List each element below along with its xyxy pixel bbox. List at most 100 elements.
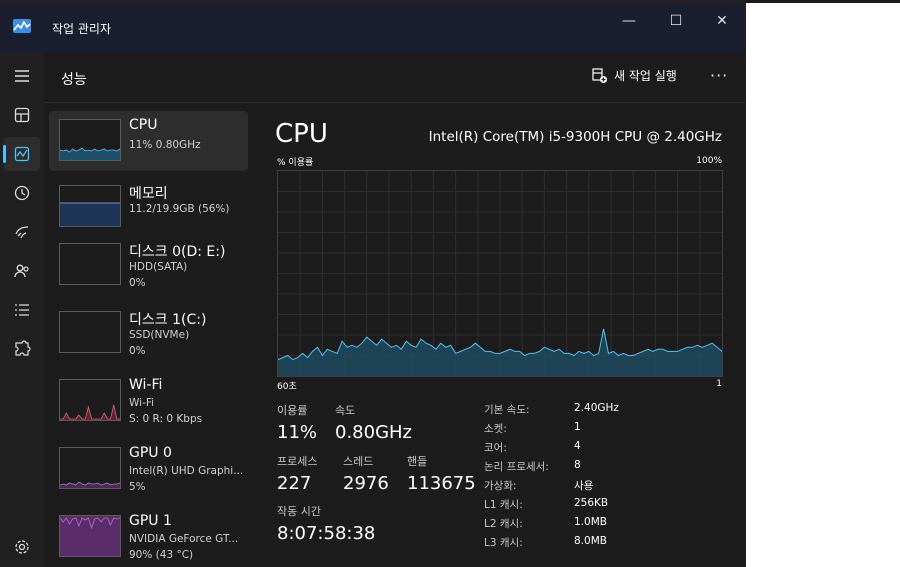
- more-options-button[interactable]: ···: [710, 66, 728, 85]
- threads-label: 스레드: [343, 455, 374, 468]
- details-icon: [15, 304, 29, 316]
- cpu-detail-panel: CPU Intel(R) Core(TM) i5-9300H CPU @ 2.4…: [254, 103, 746, 567]
- spec-value: 사용: [574, 480, 594, 492]
- resource-card-6[interactable]: GPU 1 NVIDIA GeForce GT... 90% (43 °C): [49, 507, 248, 567]
- resource-subtitle: 11.2/19.9GB (56%): [129, 203, 230, 215]
- resource-subtitle: Wi-Fi: [129, 397, 155, 409]
- resource-name: CPU: [129, 117, 158, 133]
- graph-svg: [278, 171, 722, 376]
- new-task-label: 새 작업 실행: [614, 69, 677, 83]
- resource-subtitle: 11% 0.80GHz: [129, 139, 201, 151]
- minimize-button[interactable]: —: [606, 8, 652, 34]
- task-manager-window: 작업 관리자 — ☐ ✕ 성능 새 작업 실행 ··· CPU 11% 0.80…: [0, 0, 746, 567]
- thumbnail-sparkline: [60, 147, 120, 160]
- resource-card-0[interactable]: CPU 11% 0.80GHz: [49, 111, 248, 171]
- new-task-button[interactable]: 새 작업 실행: [592, 67, 677, 84]
- resource-subtitle: NVIDIA GeForce GT...: [129, 533, 239, 545]
- spec-value: 2.40GHz: [574, 402, 619, 414]
- resource-card-2[interactable]: 디스크 0(D: E:) HDD(SATA) 0%: [49, 235, 248, 295]
- spec-value: 8.0MB: [574, 535, 607, 547]
- resource-thumbnail: [59, 379, 121, 421]
- spec-label: L2 캐시:: [484, 518, 523, 530]
- utilization-label: 이용률: [277, 404, 308, 417]
- close-button[interactable]: ✕: [699, 8, 745, 34]
- thumbnail-sparkline: [60, 481, 120, 488]
- spec-label: L1 캐시:: [484, 499, 523, 511]
- thumbnail-sparkline: [60, 312, 120, 352]
- nav-startup-apps[interactable]: [0, 215, 44, 249]
- uptime-value: 8:07:58:38: [277, 523, 376, 544]
- uptime-label: 작동 시간: [277, 505, 321, 518]
- nav-app-history[interactable]: [0, 176, 44, 210]
- thumbnail-sparkline: [60, 244, 120, 284]
- startup-apps-icon: [15, 226, 29, 239]
- resource-thumbnail: [59, 311, 121, 353]
- nav-users[interactable]: [0, 254, 44, 288]
- cpu-utilization-graph: [277, 170, 723, 377]
- speed-value: 0.80GHz: [335, 422, 413, 443]
- graph-xlabel-right: 1: [716, 379, 722, 389]
- processes-value: 227: [277, 473, 312, 494]
- nav-performance[interactable]: [3, 137, 40, 171]
- new-task-icon: [592, 67, 607, 83]
- threads-value: 2976: [343, 473, 389, 494]
- resource-value: 5%: [129, 481, 146, 493]
- spec-label: 코어:: [484, 442, 507, 454]
- nav-details[interactable]: [0, 293, 44, 327]
- spec-label: 소켓:: [484, 423, 507, 435]
- resource-value: 90% (43 °C): [129, 549, 194, 561]
- processes-label: 프로세스: [277, 455, 318, 468]
- spec-label: 기본 속도:: [484, 404, 530, 416]
- resource-name: Wi-Fi: [129, 377, 163, 393]
- resource-name: GPU 1: [129, 513, 172, 529]
- resource-card-1[interactable]: 메모리 11.2/19.9GB (56%): [49, 177, 248, 237]
- resource-card-4[interactable]: Wi-Fi Wi-Fi S: 0 R: 0 Kbps: [49, 371, 248, 431]
- spec-value: 1.0MB: [574, 516, 607, 528]
- nav-services[interactable]: [0, 332, 44, 366]
- resource-list: CPU 11% 0.80GHz 메모리 11.2/19.9GB (56%) 디스크 0(…: [44, 103, 254, 567]
- resource-card-3[interactable]: 디스크 1(C:) SSD(NVMe) 0%: [49, 303, 248, 363]
- resource-thumbnail: [59, 515, 121, 557]
- cpu-model: Intel(R) Core(TM) i5-9300H CPU @ 2.40GHz: [428, 129, 722, 145]
- resource-name: GPU 0: [129, 445, 172, 461]
- resource-thumbnail: [59, 447, 121, 489]
- speed-label: 속도: [335, 404, 356, 417]
- processes-icon: [14, 107, 30, 123]
- spec-value: 4: [574, 440, 581, 452]
- performance-icon: [14, 146, 30, 162]
- resource-name: 디스크 1(C:): [129, 312, 207, 328]
- thumbnail-sparkline: [60, 516, 120, 556]
- detail-title: CPU: [275, 119, 328, 149]
- graph-xlabel-left: 60초: [277, 382, 297, 392]
- window-title: 작업 관리자: [52, 22, 112, 36]
- resource-card-5[interactable]: GPU 0 Intel(R) UHD Graphi... 5%: [49, 439, 248, 499]
- memory-fill: [60, 203, 120, 226]
- resource-value: 0%: [129, 277, 146, 289]
- page-header: 성능 새 작업 실행 ···: [44, 52, 746, 103]
- menu-icon: [15, 70, 29, 82]
- users-icon: [14, 264, 29, 278]
- active-indicator: [3, 145, 6, 163]
- handles-label: 핸들: [407, 455, 428, 468]
- resource-thumbnail: [59, 243, 121, 285]
- resource-thumbnail: [59, 185, 121, 227]
- app-history-icon: [14, 185, 30, 201]
- nav-rail: [0, 52, 44, 567]
- graph-ylabel: % 이용률: [277, 158, 314, 168]
- spec-label: 가상화:: [484, 480, 517, 492]
- nav-processes[interactable]: [0, 98, 44, 132]
- thumbnail-sparkline: [60, 404, 120, 420]
- spec-value: 8: [574, 459, 581, 471]
- maximize-button[interactable]: ☐: [653, 8, 699, 34]
- title-bar: 작업 관리자 — ☐ ✕: [0, 3, 746, 52]
- resource-subtitle: SSD(NVMe): [129, 329, 190, 341]
- nav-settings[interactable]: [0, 530, 44, 564]
- graph-ymax: 100%: [696, 156, 722, 166]
- resource-subtitle: Intel(R) UHD Graphi...: [129, 465, 244, 477]
- spec-value: 1: [574, 421, 581, 433]
- page-title: 성능: [61, 72, 87, 88]
- resource-name: 메모리: [129, 186, 168, 202]
- resource-subtitle: HDD(SATA): [129, 261, 188, 273]
- nav-menu-button[interactable]: [0, 59, 44, 93]
- spec-label: L3 캐시:: [484, 537, 523, 549]
